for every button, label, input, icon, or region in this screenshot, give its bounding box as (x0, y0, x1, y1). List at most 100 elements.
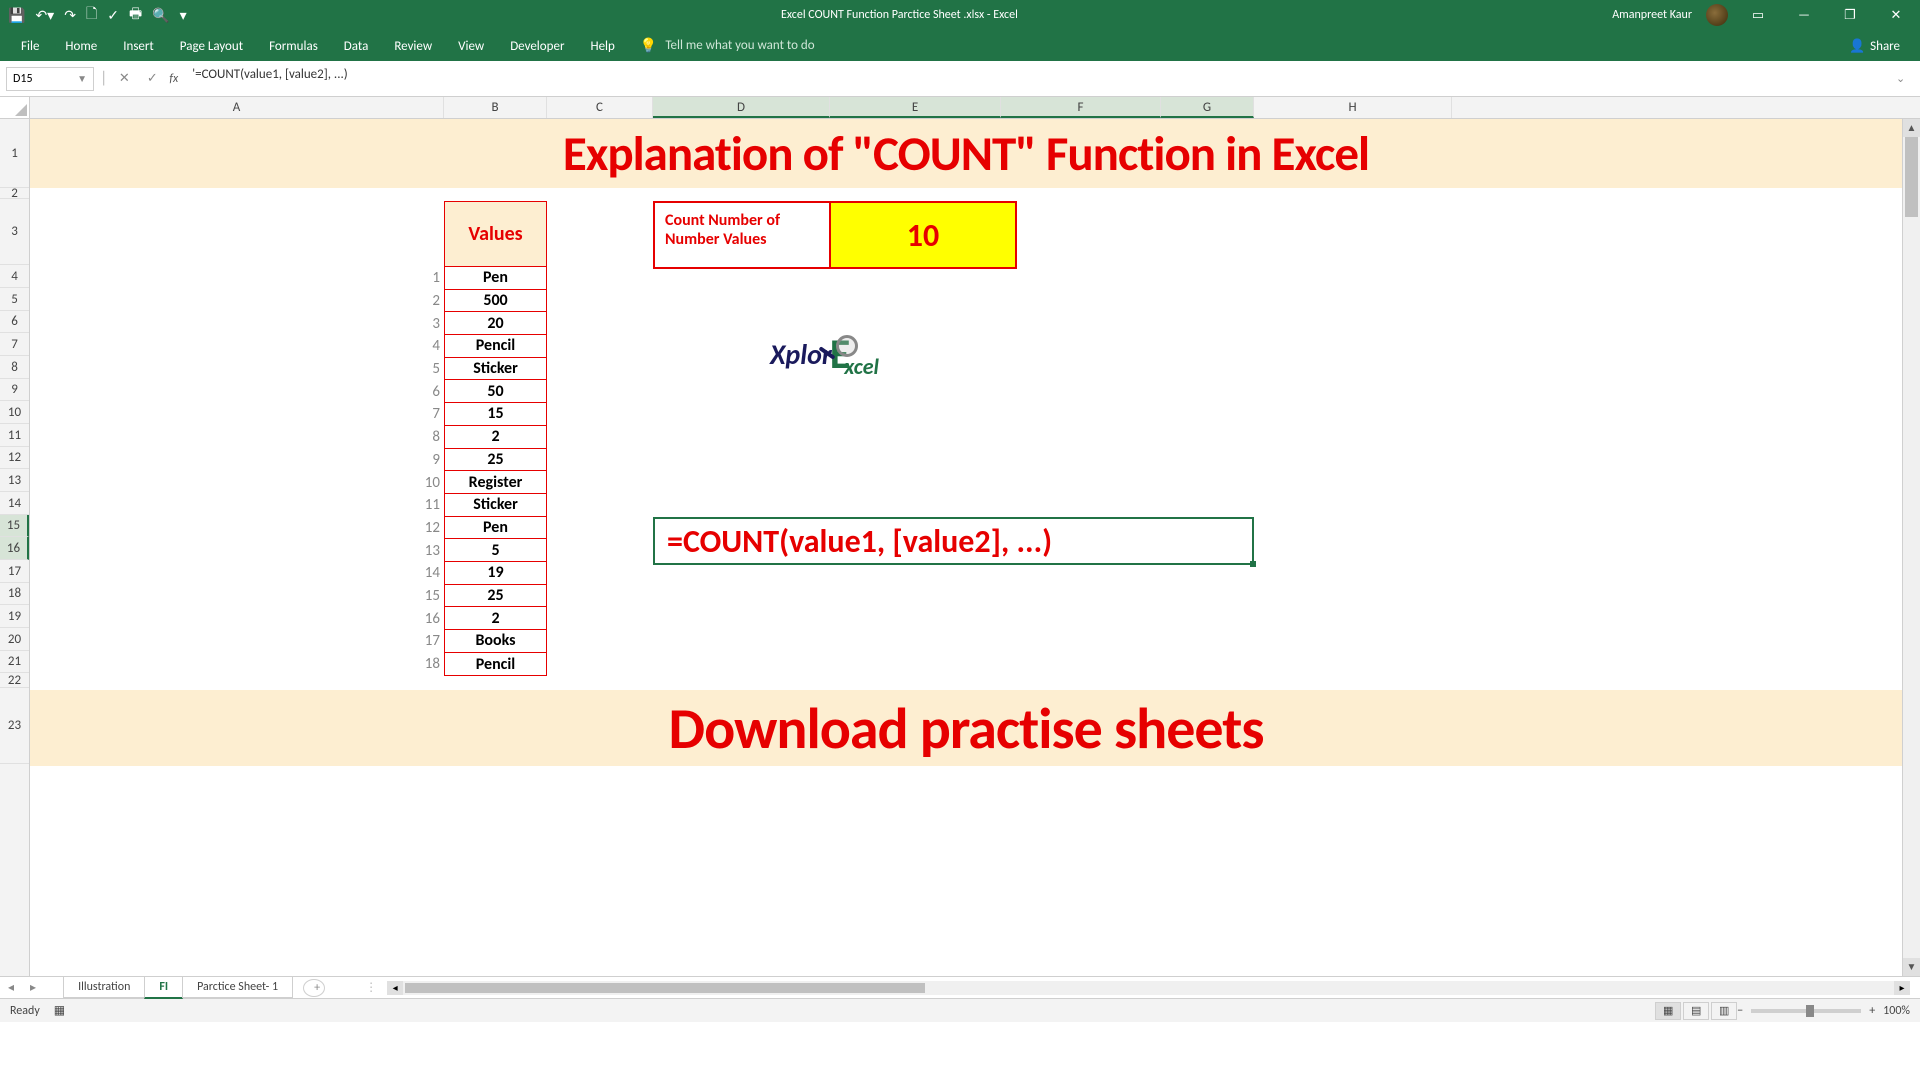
values-cell[interactable]: Sticker (445, 494, 546, 517)
row-header-19[interactable]: 19 (0, 605, 29, 628)
scroll-left-icon[interactable]: ◂ (387, 981, 403, 995)
tab-splitter[interactable]: ⋮ (365, 980, 377, 995)
values-cell[interactable]: 2 (445, 607, 546, 630)
column-header-g[interactable]: G (1161, 97, 1254, 118)
name-box[interactable]: D15 ▼ (6, 67, 94, 91)
row-header-18[interactable]: 18 (0, 583, 29, 605)
vertical-scrollbar[interactable]: ▲ ▼ (1902, 119, 1920, 976)
column-header-h[interactable]: H (1254, 97, 1452, 118)
column-header-a[interactable]: A (30, 97, 444, 118)
tab-nav-prev-icon[interactable]: ◂ (0, 980, 22, 995)
column-header-e[interactable]: E (830, 97, 1001, 118)
row-header-3[interactable]: 3 (0, 199, 29, 265)
sheet-tab-practice[interactable]: Parctice Sheet- 1 (182, 977, 293, 998)
view-normal-icon[interactable]: ▦ (1655, 1002, 1681, 1020)
horizontal-scrollbar[interactable]: ◂ ▸ (387, 981, 1910, 995)
row-header-11[interactable]: 11 (0, 424, 29, 447)
row-header-12[interactable]: 12 (0, 447, 29, 469)
tab-help[interactable]: Help (577, 32, 627, 61)
zoom-level[interactable]: 100% (1883, 1004, 1910, 1018)
row-header-2[interactable]: 2 (0, 188, 29, 199)
inline-row-number[interactable]: 1 (418, 267, 442, 290)
tab-home[interactable]: Home (52, 32, 110, 61)
sheet-tab-illustration[interactable]: Illustration (63, 977, 145, 998)
spellcheck-icon[interactable]: ✓ (107, 7, 119, 24)
close-button[interactable]: ✕ (1880, 5, 1912, 25)
values-cell[interactable]: Pencil (445, 335, 546, 358)
row-header-21[interactable]: 21 (0, 651, 29, 673)
row-header-16[interactable]: 16 (0, 537, 29, 560)
worksheet-cells[interactable]: Explanation of "COUNT" Function in Excel… (30, 119, 1902, 976)
tab-developer[interactable]: Developer (497, 32, 577, 61)
inline-row-number[interactable]: 2 (418, 290, 442, 313)
inline-row-number[interactable]: 7 (418, 403, 442, 426)
inline-row-number[interactable]: 14 (418, 562, 442, 585)
row-header-7[interactable]: 7 (0, 333, 29, 356)
qat-customize-icon[interactable]: ▾ (180, 7, 187, 24)
values-cell[interactable]: 50 (445, 380, 546, 403)
inline-row-number[interactable]: 6 (418, 380, 442, 403)
inline-row-number[interactable]: 5 (418, 358, 442, 381)
row-header-10[interactable]: 10 (0, 401, 29, 424)
inline-row-number[interactable]: 4 (418, 335, 442, 358)
values-cell[interactable]: 500 (445, 290, 546, 313)
preview-icon[interactable]: 🔍 (152, 7, 169, 24)
column-header-b[interactable]: B (444, 97, 547, 118)
new-icon[interactable]: 🗋 (86, 3, 97, 27)
undo-icon[interactable]: ↶▾ (35, 7, 54, 24)
row-header-8[interactable]: 8 (0, 356, 29, 379)
inline-row-number[interactable]: 17 (418, 630, 442, 653)
sheet-tab-fi[interactable]: FI (144, 977, 183, 999)
inline-row-number[interactable]: 11 (418, 494, 442, 517)
row-header-13[interactable]: 13 (0, 469, 29, 492)
values-cell[interactable]: 2 (445, 426, 546, 449)
values-cell[interactable]: Pen (445, 267, 546, 290)
inline-row-number[interactable]: 13 (418, 539, 442, 562)
column-header-c[interactable]: C (547, 97, 653, 118)
account-avatar[interactable] (1706, 4, 1728, 26)
save-icon[interactable]: 💾 (8, 7, 25, 24)
enter-formula-icon[interactable]: ✓ (141, 71, 163, 86)
row-header-20[interactable]: 20 (0, 628, 29, 651)
inline-row-number[interactable]: 9 (418, 449, 442, 472)
row-header-9[interactable]: 9 (0, 379, 29, 401)
select-all-button[interactable] (0, 97, 30, 118)
vscroll-thumb[interactable] (1905, 137, 1918, 217)
values-cell[interactable]: 19 (445, 562, 546, 585)
tab-review[interactable]: Review (381, 32, 445, 61)
tab-nav-next-icon[interactable]: ▸ (22, 980, 44, 995)
fx-icon[interactable]: fx (169, 72, 178, 86)
tab-formulas[interactable]: Formulas (256, 32, 331, 61)
values-cell[interactable]: 25 (445, 585, 546, 608)
zoom-slider[interactable] (1751, 1009, 1861, 1013)
zoom-knob[interactable] (1806, 1005, 1814, 1017)
namebox-dropdown-icon[interactable]: ▼ (77, 72, 87, 85)
tell-me-search[interactable]: 💡 Tell me what you want to do (628, 30, 827, 61)
formula-display-cell[interactable]: =COUNT(value1, [value2], ...) (653, 517, 1254, 565)
scroll-right-icon[interactable]: ▸ (1894, 981, 1910, 995)
expand-formulabar-icon[interactable]: ⌄ (1896, 72, 1914, 85)
values-cell[interactable]: Register (445, 471, 546, 494)
row-header-5[interactable]: 5 (0, 288, 29, 311)
inline-row-number[interactable]: 10 (418, 471, 442, 494)
values-cell[interactable]: Sticker (445, 358, 546, 381)
view-page-layout-icon[interactable]: ▤ (1683, 1002, 1709, 1020)
values-cell[interactable]: Pen (445, 517, 546, 540)
inline-row-number[interactable]: 3 (418, 312, 442, 335)
row-header-1[interactable]: 1 (0, 119, 29, 188)
inline-row-number[interactable]: 8 (418, 426, 442, 449)
column-header-d[interactable]: D (653, 97, 830, 118)
tab-data[interactable]: Data (331, 32, 382, 61)
inline-row-number[interactable]: 15 (418, 585, 442, 608)
values-cell[interactable]: 20 (445, 312, 546, 335)
share-button[interactable]: 👤 Share (1837, 32, 1912, 61)
restore-button[interactable]: ❐ (1834, 5, 1866, 25)
hscroll-thumb[interactable] (405, 983, 925, 993)
values-cell[interactable]: 15 (445, 403, 546, 426)
row-header-22[interactable]: 22 (0, 673, 29, 688)
column-header-f[interactable]: F (1001, 97, 1161, 118)
row-header-17[interactable]: 17 (0, 560, 29, 583)
add-sheet-button[interactable]: + (303, 979, 325, 997)
selection-handle[interactable] (1250, 561, 1256, 567)
tab-file[interactable]: File (8, 32, 52, 61)
